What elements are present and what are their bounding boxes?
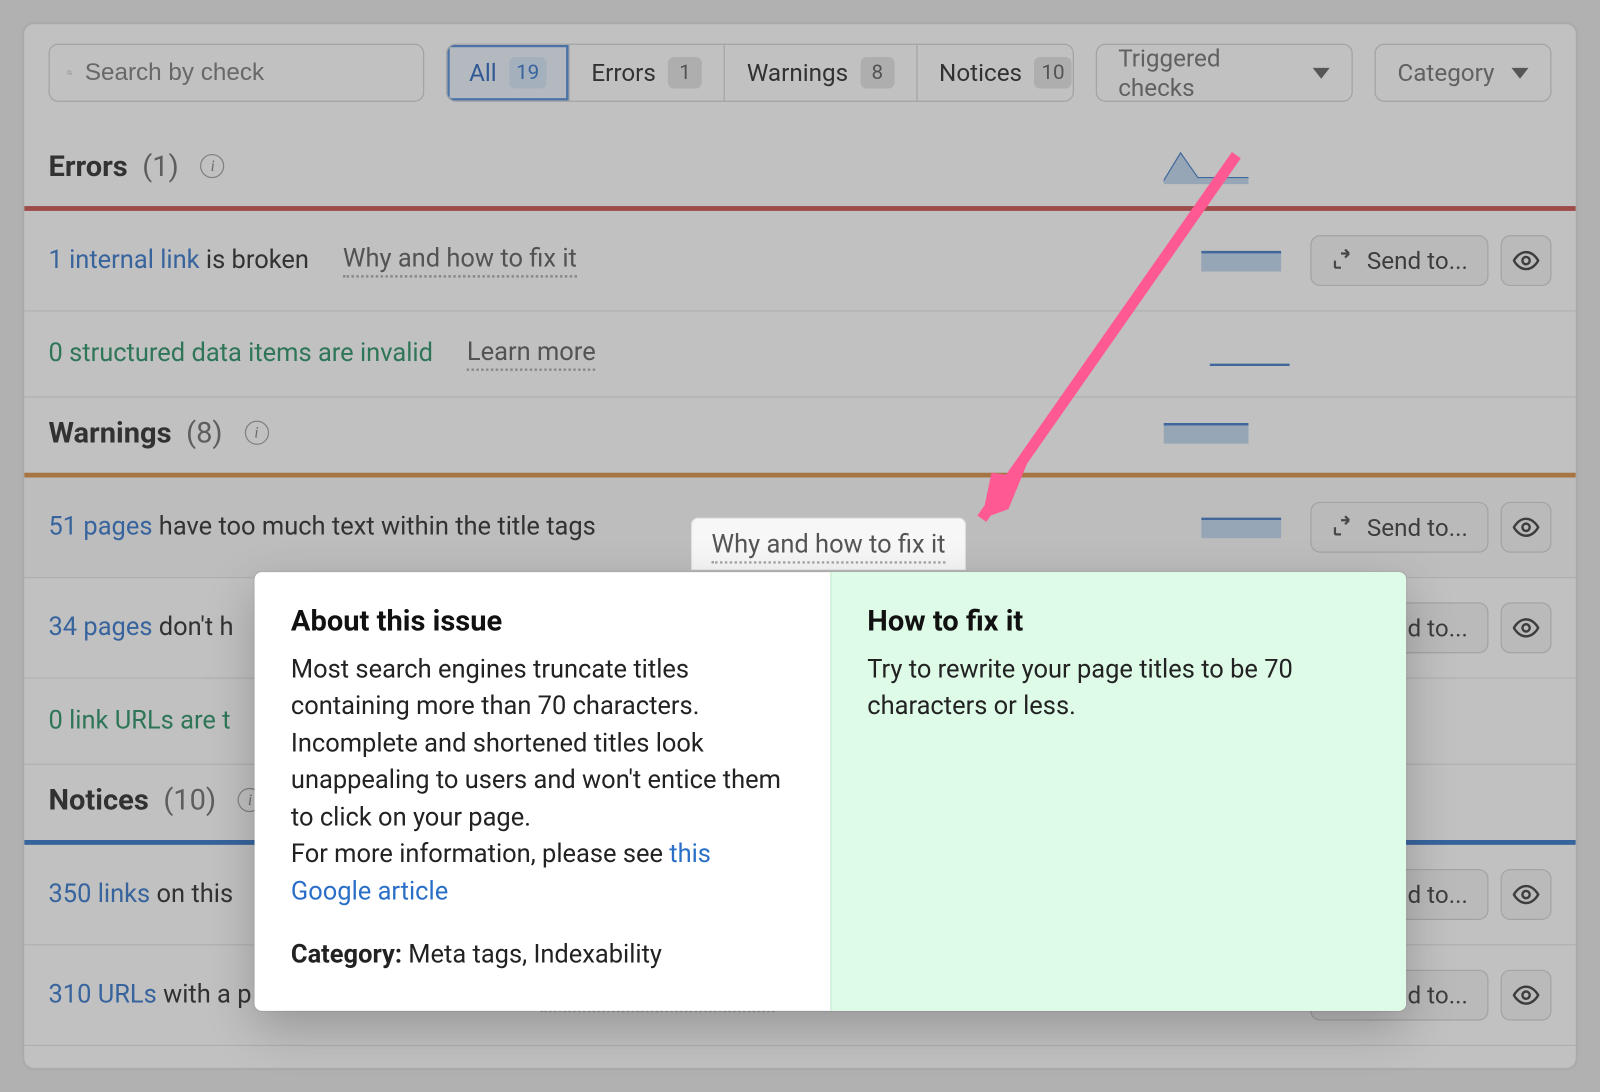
tab-warnings-label: Warnings [747, 58, 848, 87]
tab-notices-count: 10 [1034, 57, 1072, 89]
eye-icon [1512, 513, 1541, 542]
share-icon [1330, 248, 1354, 272]
tab-errors-label: Errors [591, 58, 656, 87]
eye-icon [1512, 981, 1541, 1010]
category-dropdown[interactable]: Category [1374, 44, 1551, 102]
issue-text: on this [150, 880, 233, 909]
fix-link[interactable]: Why and how to fix it [343, 244, 577, 277]
send-to-label: Send to... [1367, 246, 1468, 275]
info-icon[interactable]: i [201, 154, 225, 178]
about-body: Most search engines truncate titles cont… [291, 656, 781, 833]
send-to-button[interactable]: Send to... [1310, 235, 1489, 286]
send-to-label: Send to... [1367, 513, 1468, 542]
toolbar: All 19 Errors 1 Warnings 8 Notices 10 Tr… [24, 24, 1576, 131]
popover-fix: How to fix it Try to rewrite your page t… [830, 572, 1406, 1010]
issue-row: 254 links have no anchor text Why and ho… [24, 1046, 1576, 1070]
category-label: Category [1397, 58, 1494, 87]
warnings-count: (8) [186, 416, 222, 450]
annotation-arrow-icon [933, 143, 1272, 543]
issue-popover: About this issue Most search engines tru… [255, 572, 1407, 1010]
warnings-heading: Warnings (8) i [24, 398, 1576, 473]
triggered-checks-label: Triggered checks [1118, 44, 1295, 102]
triggered-checks-dropdown[interactable]: Triggered checks [1095, 44, 1352, 102]
issue-count-link[interactable]: 34 pages [48, 613, 152, 642]
tab-errors-count: 1 [668, 57, 702, 89]
tab-warnings[interactable]: Warnings 8 [725, 45, 917, 101]
view-button[interactable] [1501, 235, 1552, 286]
search-icon [67, 61, 73, 85]
issue-text: is broken [200, 246, 309, 275]
app-canvas: All 19 Errors 1 Warnings 8 Notices 10 Tr… [0, 0, 1600, 1092]
fix-link-label: Why and how to fix it [712, 531, 946, 564]
eye-icon [1512, 246, 1541, 275]
tab-errors[interactable]: Errors 1 [570, 45, 725, 101]
tab-all-count: 19 [509, 57, 547, 89]
warnings-title: Warnings [48, 416, 171, 450]
search-input[interactable] [48, 44, 424, 102]
tab-warnings-count: 8 [860, 57, 894, 89]
eye-icon [1512, 613, 1541, 642]
learn-more-link[interactable]: Learn more [467, 338, 596, 371]
issue-count-link[interactable]: 51 pages [48, 513, 152, 542]
filter-tabs: All 19 Errors 1 Warnings 8 Notices 10 [446, 44, 1073, 102]
eye-icon [1512, 880, 1541, 909]
about-title: About this issue [291, 604, 793, 638]
info-icon[interactable]: i [244, 421, 268, 445]
notices-count: (10) [163, 783, 216, 817]
chevron-down-icon [1313, 67, 1330, 78]
send-to-button[interactable]: Send to... [1310, 502, 1489, 553]
errors-heading: Errors (1) i [24, 131, 1576, 206]
issue-count-link[interactable]: 1 internal link [48, 246, 199, 275]
errors-title: Errors [48, 149, 127, 183]
view-button[interactable] [1501, 869, 1552, 920]
issue-count-link[interactable]: 350 links [48, 880, 150, 909]
notices-title: Notices [48, 783, 148, 817]
issue-count-link[interactable]: 0 structured data items are invalid [48, 339, 432, 368]
issue-row: 1 internal link is broken Why and how to… [24, 211, 1576, 312]
search-field[interactable] [85, 59, 406, 87]
errors-count: (1) [142, 149, 178, 183]
view-button[interactable] [1501, 502, 1552, 553]
chevron-down-icon [1512, 67, 1529, 78]
issue-text: have too much text within the title tags [152, 513, 595, 542]
issue-text: with a p [157, 981, 252, 1010]
fix-title: How to fix it [867, 604, 1369, 638]
share-icon [1330, 515, 1354, 539]
popover-about: About this issue Most search engines tru… [255, 572, 830, 1010]
issue-row: 0 structured data items are invalid Lear… [24, 312, 1576, 398]
tab-all-label: All [469, 58, 497, 87]
tab-all[interactable]: All 19 [447, 45, 569, 101]
tab-notices[interactable]: Notices 10 [917, 45, 1073, 101]
view-button[interactable] [1501, 602, 1552, 653]
view-button[interactable] [1501, 970, 1552, 1021]
issue-count-link[interactable]: 310 URLs [48, 981, 156, 1010]
tab-notices-label: Notices [939, 58, 1022, 87]
category-value: Meta tags, Indexability [402, 941, 662, 970]
issue-text: don't h [152, 613, 233, 642]
fix-link-open[interactable]: Why and how to fix it [691, 518, 966, 570]
fix-body: Try to rewrite your page titles to be 70… [867, 652, 1369, 726]
about-more-prefix: For more information, please see [291, 840, 669, 869]
category-label: Category: [291, 941, 402, 970]
issue-count-link[interactable]: 0 link URLs are t [48, 707, 230, 736]
